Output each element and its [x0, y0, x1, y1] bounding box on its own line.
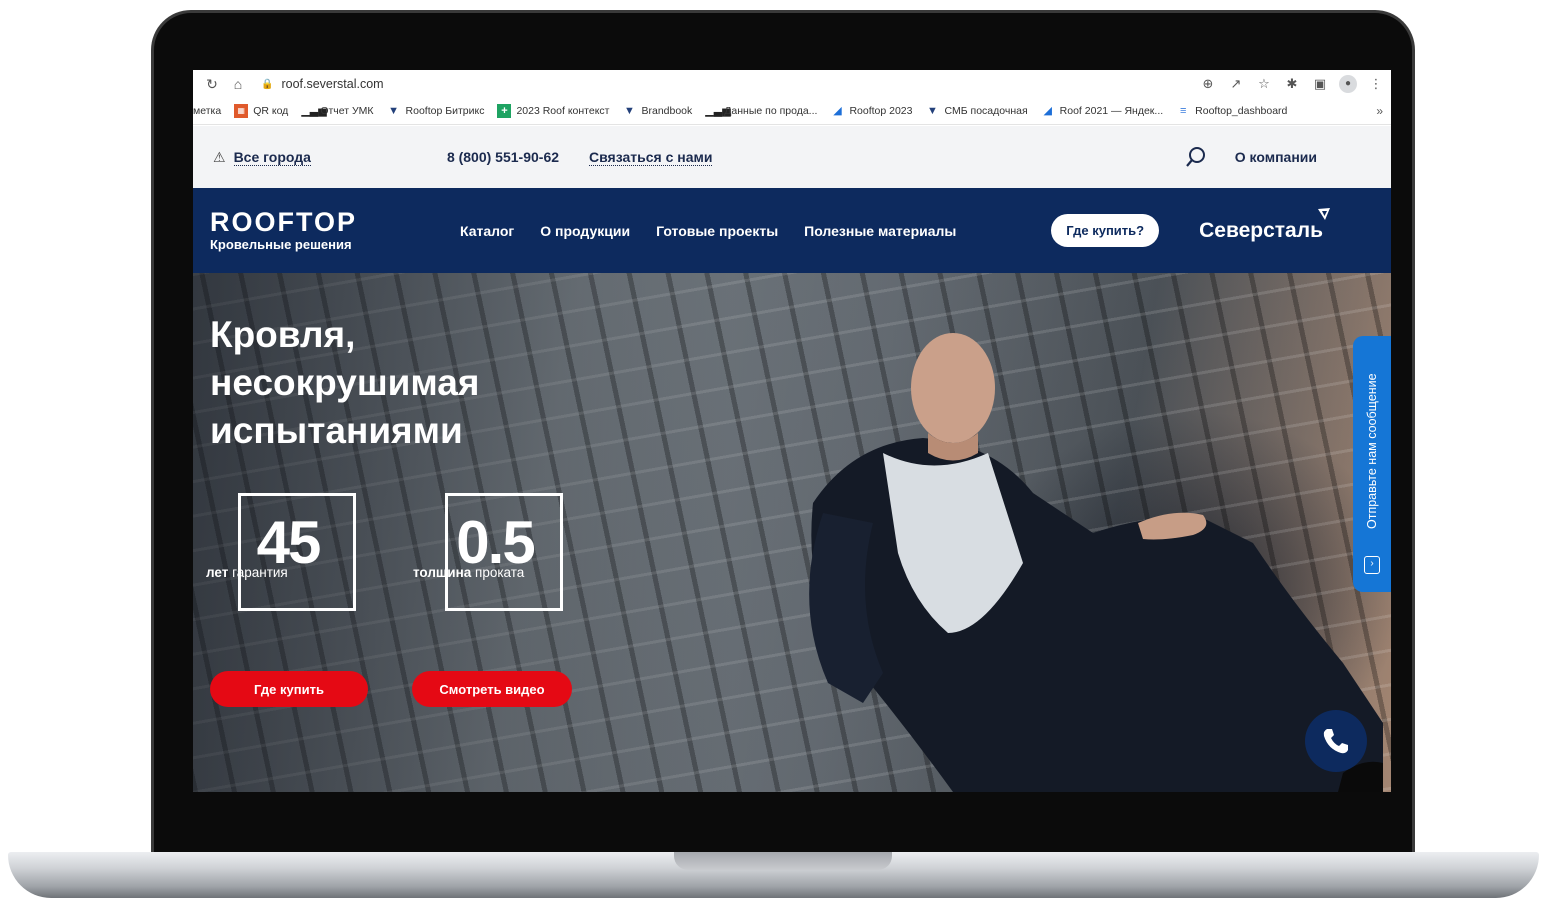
site-topbar: ⚠ Все города 8 (800) 551-90-62 Связаться… [193, 126, 1391, 188]
qr-icon: ▦ [234, 104, 249, 118]
bookmark-item[interactable]: ▼ Rooftop Битрикс [387, 104, 485, 118]
screen: ↻ ⌂ 🔒 roof.severstal.com ⊕ ↗ ☆ ✱ ▣ ● ⋮ м… [193, 70, 1391, 792]
man-on-roof-image [809, 333, 1383, 792]
bookmark-label: Brandbook [641, 105, 693, 117]
reload-icon[interactable]: ↻ [203, 76, 221, 93]
shield-icon: ▼ [388, 105, 399, 117]
bookmark-label: 2023 Roof контекст [516, 105, 610, 117]
bookmark-label: Отчет УМК [320, 105, 374, 117]
bookmark-item[interactable]: метка [193, 105, 221, 117]
laptop-notch [674, 852, 892, 870]
contact-link[interactable]: Связаться с нами [589, 149, 713, 166]
bookmark-label: QR код [253, 105, 289, 117]
where-to-buy-button[interactable]: Где купить? [1051, 214, 1160, 247]
url-text[interactable]: roof.severstal.com [281, 77, 383, 91]
phone-link[interactable]: 8 (800) 551-90-62 [447, 149, 559, 165]
hero-title-line: испытаниями [210, 410, 463, 451]
stat-value: 0.5 [456, 509, 535, 576]
bookmark-item[interactable]: ◢ Roof 2021 — Яндек... [1041, 104, 1163, 118]
bookmark-item[interactable]: + 2023 Roof контекст [497, 104, 609, 118]
bookmark-item[interactable]: ◢ Rooftop 2023 [830, 104, 912, 118]
stat-caption: толщина проката [413, 565, 524, 580]
bookmark-label: Rooftop 2023 [849, 105, 913, 117]
nav-link-about-products[interactable]: О продукции [540, 223, 630, 239]
about-company-link[interactable]: О компании [1235, 149, 1317, 165]
bookmark-label: Rooftop_dashboard [1195, 105, 1288, 117]
browser-toolbar-icons: ⊕ ↗ ☆ ✱ ▣ ● ⋮ [1199, 75, 1391, 93]
send-message-tab[interactable]: Отправьте нам сообщение › [1353, 336, 1391, 592]
extensions-icon[interactable]: ✱ [1283, 76, 1301, 92]
call-button[interactable] [1305, 710, 1367, 772]
stat-caption-bold: толщина [413, 565, 472, 580]
site-navigation: ROOFTOP Кровельные решения Каталог О про… [193, 188, 1391, 273]
severstal-mark-icon [1318, 207, 1330, 220]
stat-warranty: 45 лет гарантия [206, 493, 358, 613]
nav-link-catalog[interactable]: Каталог [460, 223, 514, 239]
hero-title-line: несокрушимая [210, 362, 480, 403]
lock-icon[interactable]: 🔒 [261, 79, 273, 90]
sheet-icon: + [497, 104, 512, 118]
swoosh-icon: ◢ [833, 105, 842, 117]
profile-avatar-icon[interactable]: ● [1339, 75, 1357, 93]
bookmark-item[interactable]: ▦ QR код [234, 104, 288, 118]
hero-title: Кровля, несокрушимая испытаниями [210, 311, 479, 455]
browser-address-bar: ↻ ⌂ 🔒 roof.severstal.com ⊕ ↗ ☆ ✱ ▣ ● ⋮ [193, 70, 1391, 98]
bookmark-item[interactable]: ▼ СМБ посадочная [926, 104, 1028, 118]
bookmark-item[interactable]: ▁▃▅ Отчет УМК [301, 104, 373, 118]
hero-where-to-buy-button[interactable]: Где купить [210, 671, 368, 707]
send-message-label: Отправьте нам сообщение [1365, 373, 1379, 529]
shield-icon: ▼ [927, 105, 938, 117]
bookmark-item[interactable]: ▼ Brandbook [622, 104, 692, 118]
hero-title-line: Кровля, [210, 314, 356, 355]
browser-menu-icon[interactable]: ⋮ [1367, 76, 1385, 92]
chevron-right-icon: › [1364, 556, 1380, 574]
phone-icon [1323, 729, 1348, 754]
swoosh-icon: ◢ [1043, 105, 1052, 117]
city-selector-link[interactable]: Все города [233, 149, 311, 166]
watch-video-button[interactable]: Смотреть видео [412, 671, 572, 707]
hero-section: Кровля, несокрушимая испытаниями 45 лет … [193, 273, 1391, 792]
bar-chart-icon: ▁▃▅ [301, 105, 327, 117]
nav-link-ready-projects[interactable]: Готовые проекты [656, 223, 778, 239]
bookmark-item[interactable]: ▁▃▅ Данные по прода... [705, 104, 817, 118]
side-panel-icon[interactable]: ▣ [1311, 76, 1329, 92]
shield-icon: ▼ [624, 105, 635, 117]
rooftop-logo[interactable]: ROOFTOP Кровельные решения [210, 207, 420, 253]
brand-name: Северсталь [1199, 218, 1323, 242]
bookmark-label: Rooftop Битрикс [405, 105, 485, 117]
main-menu: Каталог О продукции Готовые проекты Поле… [460, 223, 956, 239]
logo-wordmark: ROOFTOP [210, 207, 358, 237]
stat-caption-bold: лет [206, 565, 229, 580]
logo-tagline: Кровельные решения [210, 237, 352, 252]
zoom-icon[interactable]: ⊕ [1199, 76, 1217, 92]
star-icon[interactable]: ☆ [1255, 76, 1273, 92]
bookmark-label: СМБ посадочная [944, 105, 1028, 117]
bookmark-item[interactable]: ≡ Rooftop_dashboard [1176, 104, 1287, 118]
bookmarks-more-button[interactable]: » [1376, 104, 1391, 118]
dashboard-icon: ≡ [1179, 105, 1187, 117]
location-warning-icon: ⚠ [213, 148, 226, 165]
bookmark-label: Roof 2021 — Яндек... [1059, 105, 1164, 117]
bookmark-label: Данные по прода... [724, 105, 818, 117]
home-icon[interactable]: ⌂ [229, 76, 247, 92]
nav-link-useful-materials[interactable]: Полезные материалы [804, 223, 956, 239]
search-icon[interactable] [1185, 146, 1207, 168]
bookmark-label: метка [193, 105, 222, 117]
stat-caption: лет гарантия [206, 565, 288, 580]
stat-thickness: 0.5 толщина проката [413, 493, 565, 613]
share-icon[interactable]: ↗ [1227, 76, 1245, 92]
stat-caption-rest: проката [471, 565, 525, 580]
stat-value: 45 [256, 509, 322, 576]
severstal-logo[interactable]: Северсталь [1199, 207, 1330, 243]
bookmarks-bar: метка ▦ QR код ▁▃▅ Отчет УМК ▼ Rooftop Б… [193, 98, 1391, 125]
stat-caption-rest: гарантия [228, 565, 288, 580]
bar-chart-icon: ▁▃▅ [705, 105, 731, 117]
